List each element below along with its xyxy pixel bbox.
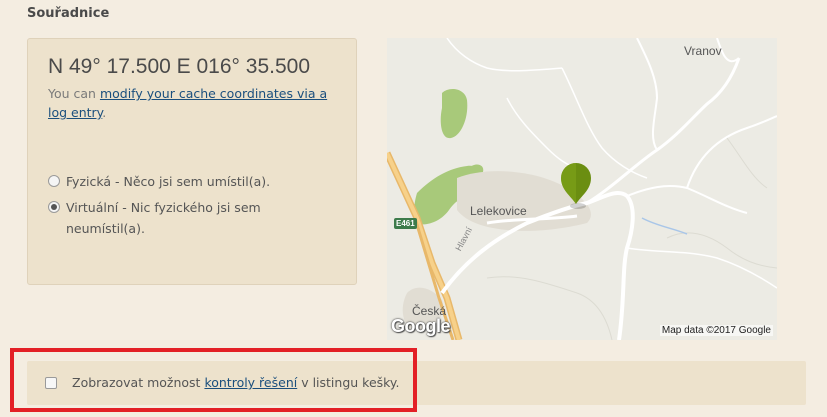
main-road [586,57,741,205]
map[interactable]: Vranov Lelekovice Česká E461 Hlavní Goog… [387,38,777,340]
option-physical-label[interactable]: Fyzická - Něco jsi sem umístil(a). [66,171,296,192]
map-attribution[interactable]: Map data ©2017 Google [659,325,773,336]
modify-coordinates-text: You can modify your cache coordinates vi… [48,84,333,122]
terrain-line [726,137,768,189]
coordinates-panel: N 49° 17.500 E 016° 35.500 You can modif… [27,38,357,285]
forest-area [440,88,468,139]
coordinates-text: N 49° 17.500 E 016° 35.500 [48,55,310,78]
terrain-line [666,232,777,269]
section-title: Souřadnice [27,6,110,21]
map-label-vranov: Vranov [684,44,722,58]
road-number-badge: E461 [394,218,417,229]
modify-prefix: You can [48,86,100,101]
terrain-line [486,276,613,340]
option-virtual-label[interactable]: Virtuální - Nic fyzického jsi sem neumís… [66,197,296,239]
modify-suffix: . [102,105,107,120]
minor-road [506,97,583,171]
minor-road [446,38,563,72]
page: Souřadnice N 49° 17.500 E 016° 35.500 Yo… [0,0,827,417]
minor-road [626,247,777,289]
minor-road [626,185,748,214]
map-label-lelekovice: Lelekovice [470,204,527,218]
radio-physical[interactable] [48,175,60,187]
option-virtual[interactable]: Virtuální - Nic fyzického jsi sem neumís… [48,197,296,239]
google-logo[interactable]: Google [391,316,451,337]
minor-road [636,38,659,151]
radio-virtual[interactable] [48,201,60,213]
highlight-box [10,348,417,412]
minor-road [561,67,648,179]
map-canvas [387,38,777,340]
minor-road [686,115,777,189]
stream [641,217,688,235]
option-physical[interactable]: Fyzická - Něco jsi sem umístil(a). [48,171,296,192]
